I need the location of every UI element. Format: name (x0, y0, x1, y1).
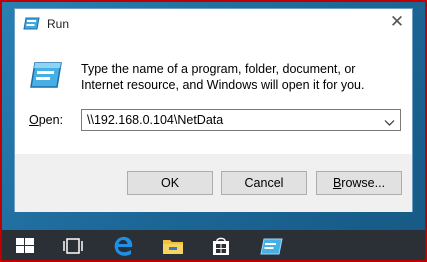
browse-label-rest: rowse... (341, 176, 386, 190)
ok-button[interactable]: OK (127, 171, 213, 195)
open-label-rest: pen: (38, 113, 64, 127)
task-view-icon[interactable] (60, 234, 86, 258)
windows-start-icon[interactable] (12, 234, 38, 258)
chevron-down-icon[interactable] (384, 115, 395, 126)
open-input[interactable]: \\192.168.0.104\NetData (87, 113, 223, 127)
edge-browser-icon[interactable] (110, 234, 136, 258)
cancel-button[interactable]: Cancel (221, 171, 307, 195)
run-app-icon (29, 59, 63, 91)
browse-button[interactable]: Browse... (316, 171, 402, 195)
run-dialog: Run ✕ Type the name of a program, folder… (14, 8, 413, 212)
close-button[interactable]: ✕ (382, 9, 412, 37)
close-icon: ✕ (389, 12, 405, 32)
open-label-mnemonic: O (29, 113, 39, 127)
file-explorer-icon[interactable] (160, 234, 186, 258)
store-icon[interactable] (208, 234, 234, 258)
run-app-icon[interactable] (258, 234, 284, 258)
run-app-icon (23, 16, 40, 31)
button-bar: OK Cancel Browse... (15, 154, 412, 212)
dialog-description: Type the name of a program, folder, docu… (81, 62, 365, 92)
title-bar[interactable]: Run ✕ (15, 9, 412, 39)
taskbar (0, 230, 427, 262)
dialog-title: Run (47, 17, 70, 31)
open-combobox[interactable]: \\192.168.0.104\NetData (81, 109, 401, 131)
open-label: Open: (29, 113, 63, 127)
